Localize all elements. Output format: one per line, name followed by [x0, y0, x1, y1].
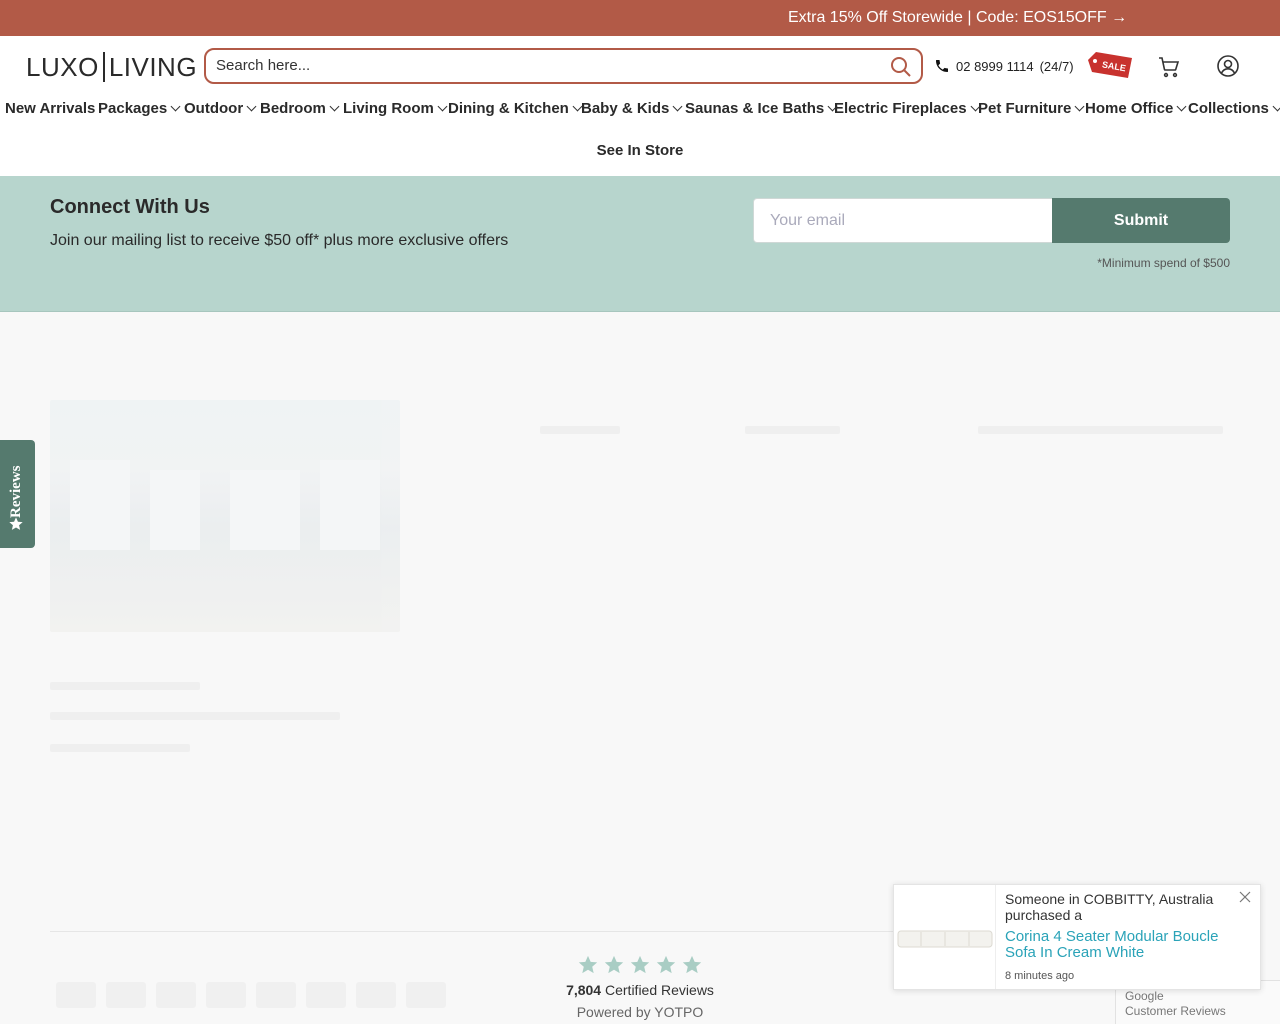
nav-dining-kitchen[interactable]: Dining & Kitchen: [448, 100, 583, 117]
store-image: [50, 400, 400, 632]
account-icon[interactable]: [1216, 54, 1240, 78]
chevron-down-icon: [1272, 101, 1280, 112]
google-badge-line1: Google: [1125, 989, 1164, 1003]
close-icon[interactable]: [1239, 891, 1251, 903]
zip-icon: [406, 982, 446, 1008]
chevron-down-icon: [1074, 101, 1085, 112]
logo-left: LUXO: [26, 51, 99, 82]
sofa-image: [897, 930, 993, 948]
search-icon[interactable]: [889, 55, 913, 79]
newsletter-section: Connect With Us Join our mailing list to…: [0, 176, 1280, 312]
nav-collections[interactable]: Collections: [1188, 100, 1280, 117]
nav-see-in-store[interactable]: See In Store: [0, 142, 1280, 159]
powered-by: Powered by YOTPO: [576, 1004, 704, 1020]
popup-time: 8 minutes ago: [1005, 970, 1075, 982]
nav-living-room[interactable]: Living Room: [343, 100, 448, 117]
phone-contact[interactable]: 02 8999 1114 (24/7): [934, 58, 1074, 74]
nav-home-office[interactable]: Home Office: [1085, 100, 1187, 117]
newsletter-note: *Minimum spend of $500: [1097, 256, 1230, 270]
phone-number: 02 8999 1114: [956, 58, 1034, 74]
star-icon: [682, 955, 702, 974]
star-icon: [604, 955, 624, 974]
star-icon: [578, 955, 598, 974]
nav-saunas-ice-baths[interactable]: Saunas & Ice Baths: [685, 100, 838, 117]
chevron-down-icon: [1176, 101, 1187, 112]
logo-right: LIVING: [108, 51, 198, 82]
nav-outdoor[interactable]: Outdoor: [184, 100, 257, 117]
chevron-down-icon: [672, 101, 683, 112]
nav-packages[interactable]: Packages: [98, 100, 181, 117]
nav-electric-fireplaces[interactable]: Electric Fireplaces: [834, 100, 981, 117]
search-input[interactable]: [216, 57, 866, 74]
reviews-count: 7,804: [566, 982, 602, 998]
submit-button[interactable]: Submit: [1052, 198, 1230, 243]
popup-product-link[interactable]: Corina 4 Seater Modular Boucle Sofa In C…: [1005, 929, 1235, 961]
search-bar: [204, 48, 923, 84]
main-nav: New Arrivals Packages Outdoor Bedroom Li…: [0, 98, 1280, 122]
sale-tag-icon[interactable]: SALE: [1088, 52, 1132, 78]
latitude-icon: [356, 982, 396, 1008]
visa-icon: [106, 982, 146, 1008]
payment-icons: [56, 982, 446, 1008]
phone-icon: [936, 60, 948, 72]
paypal-icon: [256, 982, 296, 1008]
site-header: LUXO LIVING 02 8999 1114 (24/7) SALE New…: [0, 36, 1280, 176]
google-badge-line2: Customer Reviews: [1125, 1004, 1226, 1018]
amex-icon: [56, 982, 96, 1008]
logo-divider: [102, 52, 105, 82]
product-thumbnail[interactable]: [894, 885, 996, 989]
reviews-count-label: Certified Reviews: [605, 982, 714, 998]
afterpay-icon: [206, 982, 246, 1008]
phone-hours: (24/7): [1039, 58, 1074, 74]
reviews-summary[interactable]: 7,804 Certified Reviews Powered by YOTPO: [540, 954, 740, 1020]
newsletter-title: Connect With Us: [50, 196, 210, 218]
promo-text[interactable]: Extra 15% Off Storewide | Code: EOS15OFF…: [788, 9, 1127, 27]
cart-icon[interactable]: [1157, 55, 1181, 79]
nav-baby-kids[interactable]: Baby & Kids: [581, 100, 683, 117]
reviews-tab-label: Reviews: [8, 465, 24, 519]
chevron-down-icon: [437, 101, 448, 112]
reviews-count-line: 7,804 Certified Reviews: [540, 982, 740, 998]
newsletter-subtitle: Join our mailing list to receive $50 off…: [50, 232, 509, 249]
humm-icon: [306, 982, 346, 1008]
star-rating: [540, 954, 740, 976]
chevron-down-icon: [246, 101, 257, 112]
mastercard-icon: [156, 982, 196, 1008]
promo-bar[interactable]: Extra 15% Off Storewide | Code: EOS15OFF…: [0, 0, 1280, 36]
star-icon: [630, 955, 650, 974]
chevron-down-icon: [329, 101, 340, 112]
nav-pet-furniture[interactable]: Pet Furniture: [978, 100, 1085, 117]
site-logo[interactable]: LUXO LIVING: [26, 52, 197, 82]
purchase-notification[interactable]: Someone in COBBITTY, Australia purchased…: [893, 884, 1261, 990]
star-icon: [656, 955, 676, 974]
chevron-down-icon: [170, 101, 181, 112]
nav-bedroom[interactable]: Bedroom: [260, 100, 340, 117]
popup-who: Someone in COBBITTY, Australia purchased…: [1005, 891, 1214, 923]
reviews-side-tab[interactable]: Reviews: [0, 440, 35, 548]
email-field[interactable]: [753, 198, 1053, 243]
nav-new-arrivals[interactable]: New Arrivals: [5, 100, 95, 117]
star-icon: [9, 517, 23, 530]
